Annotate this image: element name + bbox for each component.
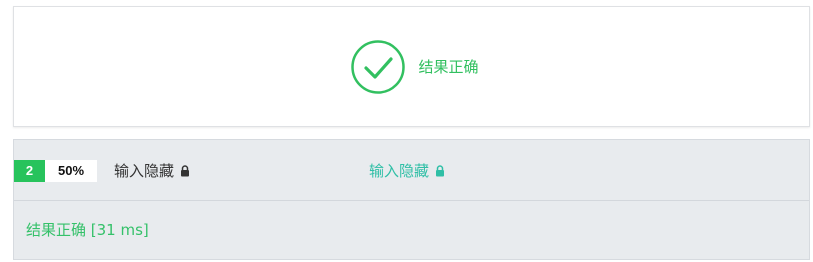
output-hidden-field: 输入隐藏 xyxy=(369,160,445,182)
check-circle-icon xyxy=(351,39,406,94)
input-hidden-label: 输入隐藏 xyxy=(114,162,175,180)
judge-result-page: 结果正确 2 50% 输入隐藏 输入隐藏 结果正确 [31 ms] xyxy=(0,0,813,262)
test-case-index-badge: 2 xyxy=(14,160,45,182)
lock-icon xyxy=(436,165,445,177)
input-hidden-field: 输入隐藏 xyxy=(114,160,190,182)
result-summary-card: 结果正确 xyxy=(13,6,810,127)
test-case-result-text: 结果正确 [31 ms] xyxy=(26,221,149,239)
output-hidden-label: 输入隐藏 xyxy=(369,162,430,180)
test-case-score-badge: 50% xyxy=(45,160,97,182)
test-case-header: 2 50% 输入隐藏 输入隐藏 xyxy=(14,140,809,201)
result-summary-content: 结果正确 xyxy=(14,7,809,126)
test-case-panel: 2 50% 输入隐藏 输入隐藏 结果正确 [31 ms] xyxy=(13,139,810,260)
lock-icon xyxy=(181,165,190,177)
result-status-text: 结果正确 xyxy=(418,58,479,76)
